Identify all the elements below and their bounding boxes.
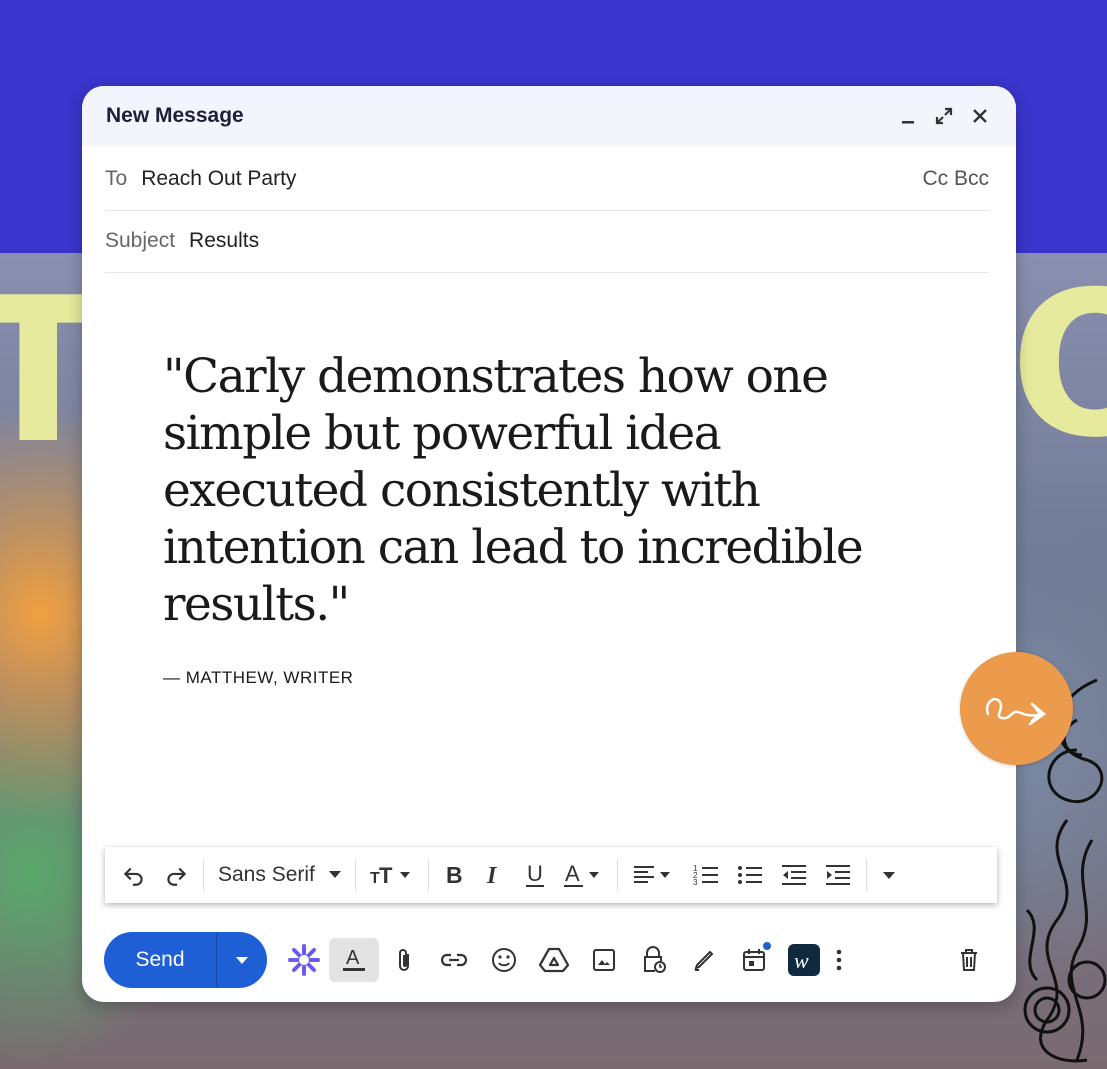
svg-text:U: U [527,862,543,886]
redo-icon[interactable] [155,855,197,895]
svg-text:A: A [565,862,580,886]
subject-field[interactable]: Subject Results [105,210,989,273]
doodle-arrow-icon [985,697,1046,725]
send-options-button[interactable] [217,956,267,965]
ai-sparkle-icon[interactable] [279,938,329,982]
font-select[interactable]: Sans Serif [210,855,349,895]
svg-text:T: T [379,863,393,888]
send-button-group: Send [104,932,267,988]
italic-icon[interactable]: I [475,855,515,895]
bold-icon[interactable]: B [435,855,475,895]
to-recipient[interactable]: Reach Out Party [141,167,922,191]
underline-icon[interactable]: U [515,855,555,895]
drive-icon[interactable] [529,938,579,982]
align-icon[interactable] [624,855,684,895]
to-field[interactable]: To Reach Out Party Cc Bcc [105,148,989,211]
compose-title: New Message [106,104,244,127]
more-formatting-icon[interactable] [873,855,905,895]
photo-icon[interactable] [579,938,629,982]
toolbar-divider [427,859,429,891]
svg-text:A: A [346,947,360,969]
discard-icon[interactable] [944,938,994,982]
close-icon[interactable] [968,104,992,128]
emoji-icon[interactable] [479,938,529,982]
subject-input[interactable]: Results [189,229,989,253]
window-controls [896,104,992,128]
more-options-icon[interactable] [829,938,849,982]
undo-icon[interactable] [113,855,155,895]
chevron-down-icon [328,871,341,878]
toolbar-divider [616,859,618,891]
indent-more-icon[interactable] [816,855,860,895]
attach-icon[interactable] [379,938,429,982]
send-button[interactable]: Send [104,948,216,972]
toolbar-divider [203,859,204,891]
svg-text:w: w [794,948,809,973]
signature-icon[interactable] [679,938,729,982]
background-decor-letter-right: O [1010,249,1107,482]
formatting-toolbar: Sans Serif TT B I U A 123 [105,847,997,903]
confidential-icon[interactable] [629,938,679,982]
minimize-icon[interactable] [896,104,920,128]
subject-label: Subject [105,229,176,252]
to-label: To [105,167,128,190]
quote-attribution: — MATTHEW, WRITER [163,668,354,687]
schedule-icon[interactable] [729,938,779,982]
formatting-toggle-icon[interactable]: A [329,938,379,982]
bulleted-list-icon[interactable] [728,855,772,895]
expand-icon[interactable] [932,104,956,128]
toolbar-divider [865,859,867,891]
svg-text:3: 3 [693,878,698,887]
compose-window: New Message To Reach Out Party Cc Bcc Su… [82,86,1016,1002]
notification-dot [763,942,771,950]
font-select-label: Sans Serif [218,863,315,886]
svg-text:B: B [446,862,463,888]
link-icon[interactable] [429,938,479,982]
indent-less-icon[interactable] [772,855,816,895]
text-size-icon[interactable]: TT [362,855,422,895]
toolbar-divider [354,859,356,891]
writer-extension-icon[interactable]: w [779,938,829,982]
body-quote[interactable]: "Carly demonstrates how one simple but p… [163,348,903,633]
compose-header: New Message [82,86,1016,146]
numbered-list-icon[interactable]: 123 [684,855,728,895]
cc-bcc-link[interactable]: Cc Bcc [922,167,989,191]
svg-text:I: I [486,863,498,888]
chevron-down-icon [236,956,248,964]
compose-footer: Send A w [104,932,994,988]
text-color-icon[interactable]: A [555,855,611,895]
floating-action-button[interactable] [960,652,1073,765]
